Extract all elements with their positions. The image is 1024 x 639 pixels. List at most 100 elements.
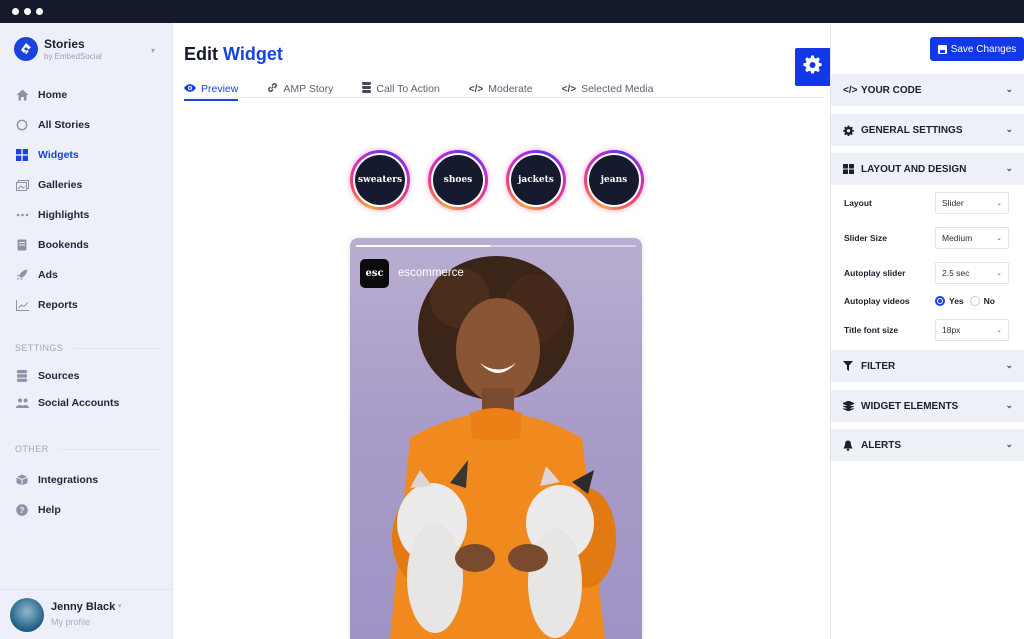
- section-filter[interactable]: FILTER ⌄: [831, 350, 1024, 382]
- chevron-down-icon: ⌄: [996, 270, 1002, 277]
- tab-moderate[interactable]: </> Moderate: [469, 80, 533, 98]
- account-name[interactable]: escommerce: [398, 267, 464, 279]
- grid-icon: [15, 148, 29, 162]
- tab-label: Call To Action: [376, 83, 440, 95]
- database-icon: [15, 369, 29, 383]
- sidebar-item-label: Help: [38, 504, 61, 516]
- radio-no[interactable]: [969, 296, 980, 306]
- bell-icon: [843, 440, 857, 451]
- autoplay-slider-select[interactable]: 2.5 sec ⌄: [935, 262, 1009, 284]
- chart-line-icon: [15, 298, 29, 312]
- field-title-font-size: Title font size 18px ⌄: [844, 319, 1019, 341]
- field-autoplay-videos: Autoplay videos Yes No: [844, 290, 1019, 312]
- sidebar-item-highlights[interactable]: Highlights: [0, 200, 173, 230]
- section-alerts[interactable]: ALERTS ⌄: [831, 429, 1024, 461]
- highlight-bubble[interactable]: jeans: [584, 150, 644, 210]
- highlight-bubble[interactable]: jackets: [506, 150, 566, 210]
- window-dot[interactable]: [36, 8, 43, 15]
- eye-icon: [184, 83, 196, 95]
- section-layout-and-design[interactable]: LAYOUT AND DESIGN ⌄: [831, 153, 1024, 185]
- radio-yes[interactable]: [935, 296, 945, 306]
- rocket-icon: [15, 268, 29, 282]
- section-title: WIDGET ELEMENTS: [861, 400, 959, 412]
- dots-icon: [15, 208, 29, 222]
- sidebar-item-widgets[interactable]: Widgets: [0, 140, 173, 170]
- gear-icon: [803, 54, 823, 80]
- profile-menu[interactable]: Jenny Black ▾ My profile: [0, 589, 173, 639]
- tab-amp-story[interactable]: AMP Story: [267, 80, 333, 98]
- section-title: ALERTS: [861, 439, 901, 451]
- sidebar-nav: Home All Stories Widgets Galleries Highl…: [0, 80, 173, 320]
- story-preview[interactable]: esc escommerce: [350, 238, 642, 639]
- sidebar-item-label: Reports: [38, 299, 78, 311]
- link-icon: [267, 82, 278, 96]
- autoplay-videos-radio-group: Yes No: [935, 296, 1001, 306]
- story-progress-bar: [356, 245, 636, 247]
- tab-bar: Preview AMP Story Call To Action </> Mod…: [184, 80, 682, 101]
- sidebar-item-help[interactable]: ? Help: [0, 495, 173, 525]
- title-font-size-select[interactable]: 18px ⌄: [935, 319, 1009, 341]
- window-dot[interactable]: [12, 8, 19, 15]
- chevron-down-icon: ⌄: [1005, 84, 1013, 94]
- chevron-down-icon: ⌄: [996, 327, 1002, 334]
- layout-select[interactable]: Slider ⌄: [935, 192, 1009, 214]
- section-widget-elements[interactable]: WIDGET ELEMENTS ⌄: [831, 390, 1024, 422]
- layers-icon: [843, 401, 857, 411]
- main-content: Edit Widget Preview AMP Story Call To Ac…: [174, 23, 831, 639]
- other-nav: Integrations ? Help: [0, 465, 173, 525]
- save-label: Save Changes: [950, 43, 1017, 55]
- sidebar-item-label: Sources: [38, 369, 80, 382]
- section-title: GENERAL SETTINGS: [861, 124, 963, 136]
- tab-divider: [184, 97, 824, 98]
- highlight-bubble[interactable]: shoes: [428, 150, 488, 210]
- chevron-down-icon: ⌄: [1005, 439, 1013, 449]
- highlight-label: jackets: [511, 155, 561, 205]
- settings-nav: Sources Social Accounts: [0, 362, 173, 416]
- field-autoplay-slider: Autoplay slider 2.5 sec ⌄: [844, 262, 1019, 284]
- sidebar-item-label: Home: [38, 89, 68, 101]
- sidebar-item-sources[interactable]: Sources: [0, 362, 173, 389]
- my-profile-link[interactable]: My profile: [51, 617, 90, 627]
- embedsocial-logo-icon: [14, 37, 38, 61]
- sidebar-item-home[interactable]: Home: [0, 80, 173, 110]
- radio-label: No: [983, 296, 995, 306]
- story-progress-fill: [356, 245, 491, 247]
- field-slider-size: Slider Size Medium ⌄: [844, 227, 1019, 249]
- window-dot[interactable]: [24, 8, 31, 15]
- sidebar-item-integrations[interactable]: Integrations: [0, 465, 173, 495]
- sidebar-item-bookends[interactable]: Bookends: [0, 230, 173, 260]
- field-label: Title font size: [844, 325, 899, 335]
- select-value: 2.5 sec: [942, 268, 970, 278]
- circle-icon: [15, 118, 29, 132]
- window-controls: [12, 8, 43, 15]
- sidebar-item-ads[interactable]: Ads: [0, 260, 173, 290]
- tab-label: Moderate: [488, 83, 533, 95]
- slider-size-select[interactable]: Medium ⌄: [935, 227, 1009, 249]
- book-icon: [15, 238, 29, 252]
- chevron-down-icon: ⌄: [1005, 163, 1013, 173]
- account-logo: esc: [360, 259, 389, 288]
- sidebar-item-all-stories[interactable]: All Stories: [0, 110, 173, 140]
- radio-label: Yes: [949, 296, 964, 306]
- sidebar-item-social-accounts[interactable]: Social Accounts: [0, 389, 173, 416]
- save-changes-button[interactable]: Save Changes: [930, 37, 1024, 61]
- sidebar-item-reports[interactable]: Reports: [0, 290, 173, 320]
- code-icon: </>: [468, 83, 484, 95]
- svg-text:?: ?: [20, 506, 25, 515]
- section-your-code[interactable]: </> YOUR CODE ⌄: [831, 74, 1024, 106]
- page-title-prefix: Edit: [184, 44, 218, 64]
- other-section-label: OTHER: [15, 444, 160, 454]
- highlight-bubble[interactable]: sweaters: [350, 150, 410, 210]
- section-general-settings[interactable]: GENERAL SETTINGS ⌄: [831, 114, 1024, 146]
- chevron-down-icon[interactable]: ▾: [151, 46, 155, 55]
- sidebar-item-label: Social Accounts: [38, 396, 120, 409]
- chevron-down-icon[interactable]: ▾: [118, 602, 122, 610]
- tab-call-to-action[interactable]: Call To Action: [362, 80, 440, 98]
- settings-toggle-button[interactable]: [795, 48, 831, 86]
- tab-label: Selected Media: [581, 83, 654, 95]
- tab-preview[interactable]: Preview: [184, 80, 239, 101]
- window-titlebar: [0, 0, 1024, 23]
- tab-selected-media[interactable]: </> Selected Media: [562, 80, 654, 98]
- sidebar-item-galleries[interactable]: Galleries: [0, 170, 173, 200]
- brand-switcher[interactable]: Stories by EmbedSocial: [14, 37, 102, 61]
